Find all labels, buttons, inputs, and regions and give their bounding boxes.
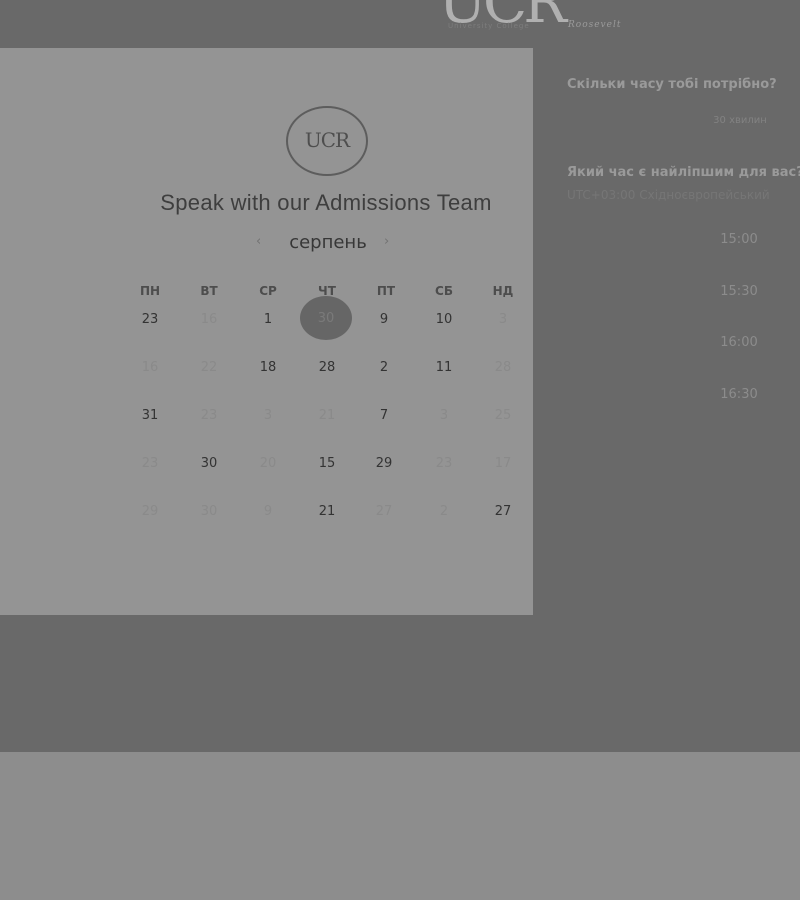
calendar-day[interactable]: 1 [248, 312, 288, 327]
calendar-day: 23 [200, 408, 218, 423]
calendar-day[interactable]: 29 [364, 456, 404, 471]
calendar-day[interactable]: 15 [307, 456, 347, 471]
weekday-label: ВТ [200, 284, 218, 298]
weekday-label: ПТ [376, 284, 396, 298]
calendar-day: 16 [141, 360, 159, 375]
calendar-day: 25 [494, 408, 512, 423]
calendar-day: 30 [200, 504, 218, 519]
month-navigation: ‹ серпень › [252, 232, 402, 256]
calendar-day: 3 [498, 312, 508, 327]
calendar-card [0, 48, 533, 615]
timezone-label[interactable]: UTC+03:00 Східноєвропейський [567, 188, 770, 202]
calendar-day[interactable]: 21 [307, 504, 347, 519]
brand-logo-sub: Roosevelt [568, 20, 622, 30]
calendar-day: 22 [200, 360, 218, 375]
calendar-day[interactable]: 30 [189, 456, 229, 471]
calendar-day[interactable]: 18 [248, 360, 288, 375]
calendar-day: 9 [263, 504, 273, 519]
calendar-day[interactable]: 7 [364, 408, 404, 423]
calendar-day: 28 [494, 360, 512, 375]
calendar-day[interactable]: 2 [364, 360, 404, 375]
calendar-day[interactable]: 28 [307, 360, 347, 375]
calendar-day: 17 [494, 456, 512, 471]
duration-option[interactable]: 30 хвилин [690, 115, 790, 126]
calendar-day[interactable]: 10 [424, 312, 464, 327]
chevron-right-icon[interactable]: › [384, 234, 389, 249]
brand-logo-tag: University College [448, 22, 530, 30]
month-label: серпень [289, 232, 367, 253]
calendar-day: 3 [263, 408, 273, 423]
weekday-label: СР [259, 284, 277, 298]
calendar-day: 21 [318, 408, 336, 423]
calendar-day-selected[interactable]: 30 [306, 311, 346, 326]
time-slot-button[interactable]: 15:30 [690, 284, 788, 299]
calendar-day: 27 [375, 504, 393, 519]
calendar-day[interactable]: 23 [130, 312, 170, 327]
time-slot-button[interactable]: 16:00 [690, 335, 788, 350]
calendar-day: 23 [141, 456, 159, 471]
calendar-day: 2 [439, 504, 449, 519]
ucr-badge-logo: UCR [286, 106, 368, 176]
time-question: Який час є найліпшим для вас? [567, 165, 800, 180]
calendar-day[interactable]: 9 [364, 312, 404, 327]
calendar-day: 3 [439, 408, 449, 423]
calendar-day: 29 [141, 504, 159, 519]
ucr-badge-text: UCR [304, 128, 350, 152]
duration-question: Скільки часу тобі потрібно? [567, 77, 777, 92]
calendar-day[interactable]: 11 [424, 360, 464, 375]
calendar-day: 16 [200, 312, 218, 327]
time-slot-button[interactable]: 15:00 [690, 232, 788, 247]
chevron-left-icon[interactable]: ‹ [256, 234, 261, 249]
brand-logo-text: UCR [438, 0, 567, 36]
calendar-day[interactable]: 27 [483, 504, 523, 519]
calendar-day: 23 [435, 456, 453, 471]
time-slot-button[interactable]: 16:30 [690, 387, 788, 402]
weekday-label: НД [492, 284, 514, 298]
calendar-day[interactable]: 31 [130, 408, 170, 423]
weekday-label: ПН [139, 284, 161, 298]
card-title: Speak with our Admissions Team [160, 190, 492, 215]
brand-logo[interactable]: UCR University College Roosevelt [430, 0, 640, 36]
weekday-label: СБ [435, 284, 453, 298]
calendar-day: 20 [259, 456, 277, 471]
